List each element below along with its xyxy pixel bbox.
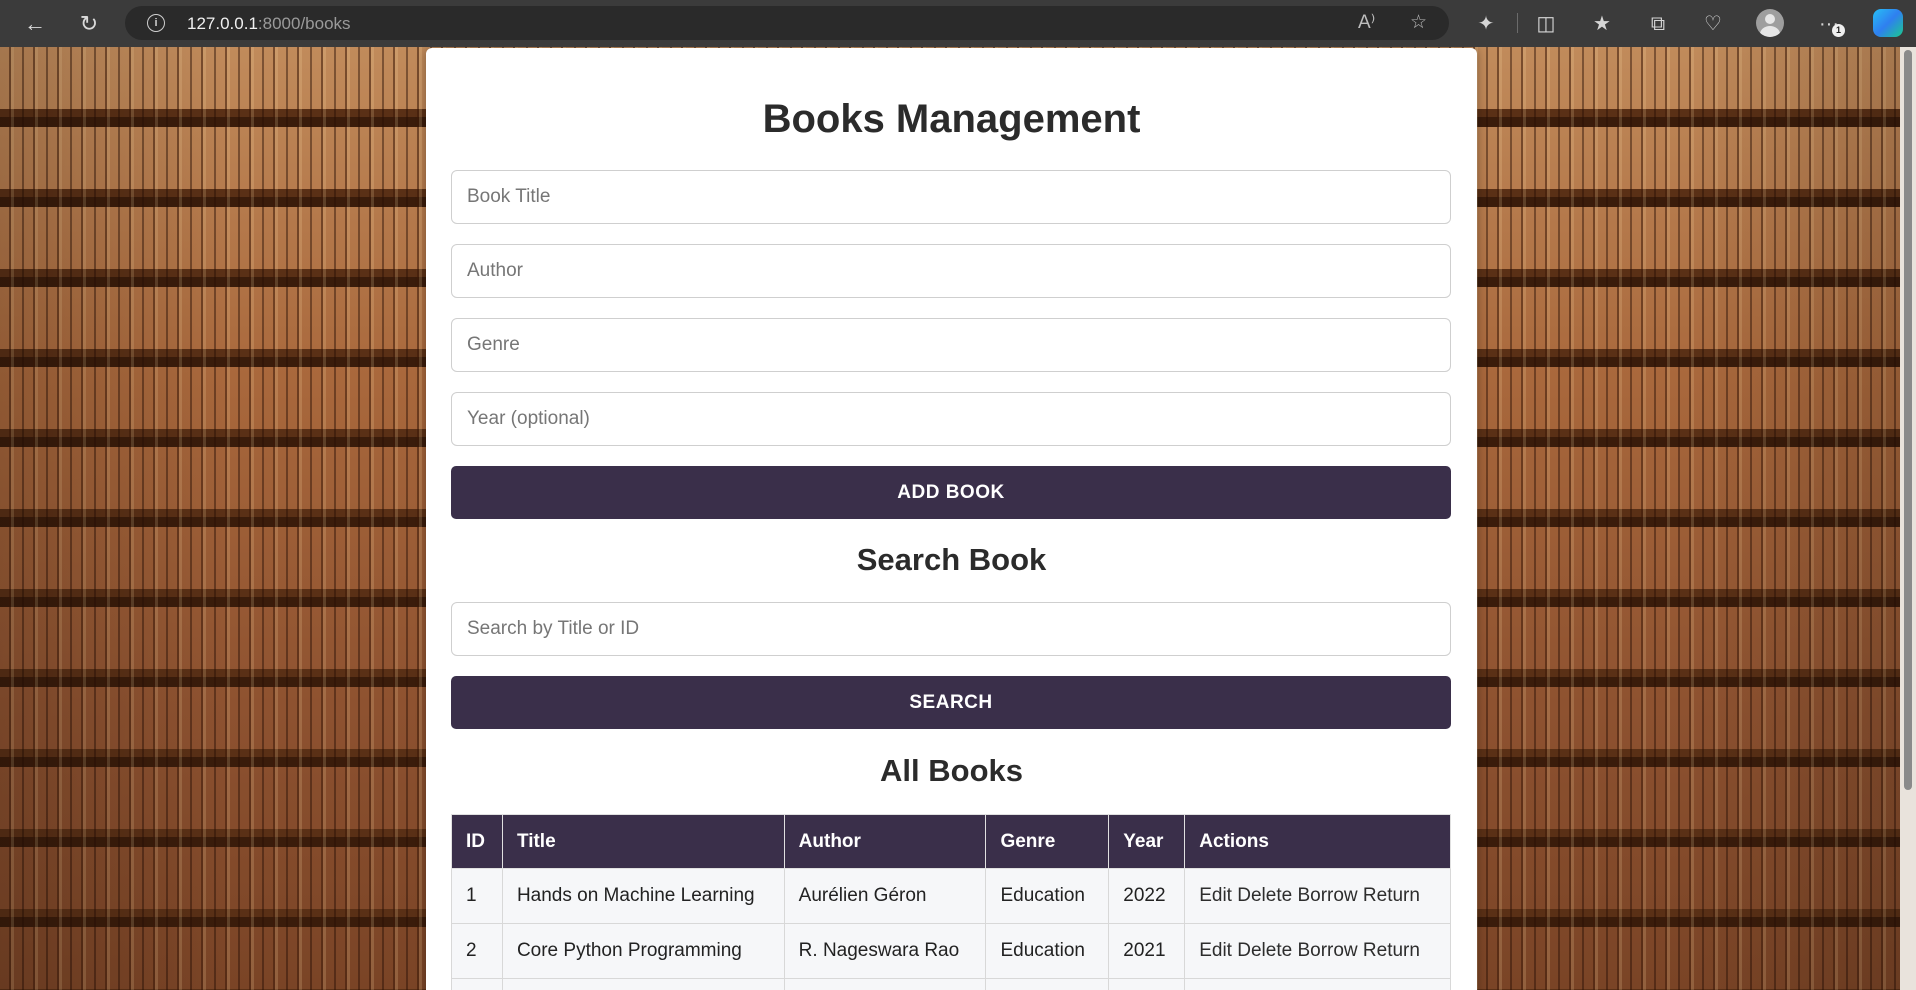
column-header-actions: Actions [1184,814,1451,869]
copilot-icon[interactable] [1873,9,1903,37]
address-url[interactable]: 127.0.0.1:8000/books [187,14,351,34]
search-input[interactable] [451,602,1451,656]
site-info-icon[interactable]: i [147,14,165,32]
read-aloud-icon[interactable]: A⁾ [1358,11,1375,35]
search-heading: Search Book [856,542,1047,577]
cell-title: Hands on Machine Learning [501,868,785,924]
cell-genre: Education [985,868,1110,924]
book-title-input[interactable] [451,170,1451,224]
favorite-star-icon[interactable]: ☆ [1410,11,1427,35]
extensions-puzzle-icon[interactable]: ✦ [1471,9,1501,39]
cell-id: 1 [451,868,503,924]
column-header-author: Author [783,814,987,869]
profile-avatar[interactable] [1756,9,1784,37]
page-scrollbar[interactable] [1900,47,1916,990]
cell-actions: Edit Delete Borrow Return [1184,868,1451,924]
cell-title: Core Python Programming [501,923,785,979]
url-path: :8000/books [257,14,351,33]
browser-toolbar: ← ↻ i 127.0.0.1:8000/books A⁾ ☆ ✦ ◫ ★ ⧉ … [0,0,1916,47]
column-header-year: Year [1108,814,1186,869]
page-title: Books Management [762,97,1141,141]
column-header-genre: Genre [985,814,1110,869]
year-input[interactable] [451,392,1451,446]
column-header-id: ID [451,814,503,869]
toolbar-divider [1517,13,1518,33]
back-arrow-icon[interactable]: ← [19,8,51,40]
cell-id [451,978,503,990]
add-book-button[interactable]: Add Book [451,466,1451,519]
books-table: ID Title Author Genre Year Actions 1 Han… [451,814,1451,990]
borrow-link[interactable]: Borrow [1297,885,1357,906]
column-header-title: Title [501,814,785,869]
return-link[interactable]: Return [1363,940,1420,961]
reload-icon[interactable]: ↻ [73,8,105,40]
all-books-heading: All Books [880,753,1023,788]
table-row: 2 Core Python Programming R. Nageswara R… [451,923,1451,979]
cell-year: 2021 [1108,923,1186,979]
table-row: 1 Hands on Machine Learning Aurélien Gér… [451,868,1451,924]
cell-genre [985,978,1110,990]
table-header-row: ID Title Author Genre Year Actions [451,814,1451,869]
delete-link[interactable]: Delete [1237,940,1292,961]
cell-id: 2 [451,923,503,979]
delete-link[interactable]: Delete [1237,885,1292,906]
cell-actions [1184,978,1451,990]
table-row [451,978,1451,990]
cell-year [1108,978,1186,990]
browser-essentials-heart-icon[interactable]: ♡ [1698,9,1728,39]
favorites-list-icon[interactable]: ★ [1587,9,1617,39]
scrollbar-thumb[interactable] [1904,50,1912,790]
search-button[interactable]: Search [451,676,1451,729]
cell-genre: Education [985,923,1110,979]
notification-badge: 1 [1832,24,1845,37]
cell-author: R. Nageswara Rao [783,923,987,979]
genre-input[interactable] [451,318,1451,372]
edit-link[interactable]: Edit [1199,940,1232,961]
edit-link[interactable]: Edit [1199,885,1232,906]
cell-year: 2022 [1108,868,1186,924]
url-host: 127.0.0.1 [187,14,258,33]
return-link[interactable]: Return [1363,885,1420,906]
cell-author [783,978,987,990]
page-viewport: Books Management Add Book Search Book Se… [0,47,1916,990]
cell-actions: Edit Delete Borrow Return [1184,923,1451,979]
books-panel: Books Management Add Book Search Book Se… [426,48,1477,990]
split-screen-icon[interactable]: ◫ [1531,9,1561,39]
borrow-link[interactable]: Borrow [1297,940,1357,961]
author-input[interactable] [451,244,1451,298]
cell-author: Aurélien Géron [783,868,987,924]
address-bar[interactable]: i 127.0.0.1:8000/books A⁾ ☆ [125,6,1449,40]
cell-title [501,978,785,990]
collections-icon[interactable]: ⧉ [1643,9,1673,39]
